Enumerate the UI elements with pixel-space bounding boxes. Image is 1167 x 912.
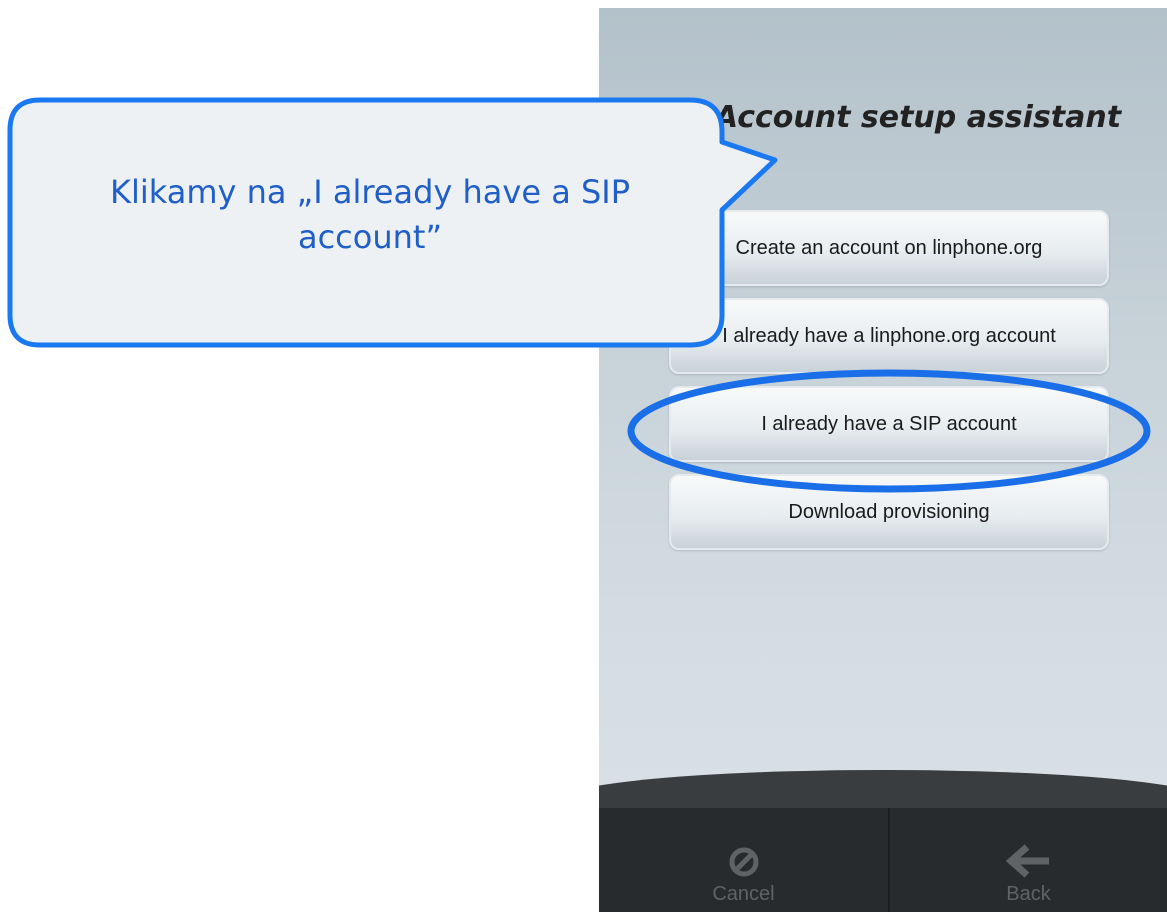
callout-text: Klikamy na „I already have a SIP account… (40, 170, 700, 260)
create-account-button[interactable]: Create an account on linphone.org (669, 210, 1109, 286)
linphone-account-button[interactable]: I already have a linphone.org account (669, 298, 1109, 374)
callout-text-line-2: account” (297, 217, 443, 256)
back-label: Back (1006, 883, 1051, 905)
no-entry-icon (727, 845, 761, 879)
arrow-left-icon (1005, 843, 1053, 879)
bottom-bar: Cancel Back (599, 770, 1167, 912)
download-provisioning-button[interactable]: Download provisioning (669, 474, 1109, 550)
callout-text-line-1: Klikamy na „I already have a SIP (109, 173, 631, 211)
phone-screen: Account setup assistant Create an accoun… (599, 8, 1167, 912)
back-button[interactable]: Back (890, 808, 1167, 912)
cancel-label: Cancel (712, 883, 775, 905)
sip-account-button[interactable]: I already have a SIP account (669, 386, 1109, 462)
cancel-button[interactable]: Cancel (599, 808, 888, 912)
page-title: Account setup assistant (714, 100, 1122, 135)
